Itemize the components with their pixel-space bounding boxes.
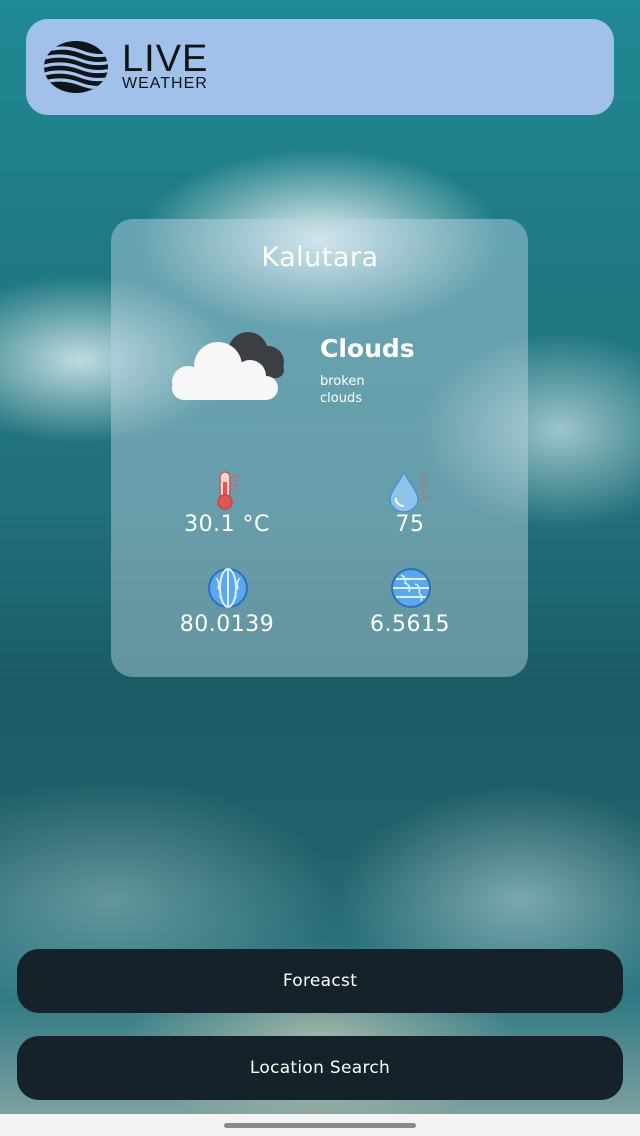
weather-card [111, 219, 528, 677]
live-weather-logo [44, 41, 108, 93]
logo-live-text: LIVE [122, 38, 209, 80]
condition-description: broken clouds [320, 374, 365, 406]
logo-text: LIVE WEATHER [122, 40, 208, 92]
thermometer-icon [217, 471, 240, 510]
location-search-button[interactable]: Location Search [17, 1036, 623, 1100]
home-gesture-handle[interactable] [224, 1123, 416, 1128]
logo-weather-text: WEATHER [122, 75, 208, 92]
humidity-drop-icon [389, 470, 428, 512]
forecast-button[interactable]: Foreacst [17, 949, 623, 1013]
longitude-globe-icon [208, 568, 248, 608]
city-name: Kalutara [261, 242, 379, 273]
humidity-value: 75 [395, 512, 425, 537]
latitude-globe-icon [391, 568, 431, 608]
latitude-value: 6.5615 [370, 612, 450, 637]
cloud-icon [172, 332, 284, 400]
condition-main: Clouds [320, 334, 415, 363]
temperature-value: 30.1 °C [184, 512, 270, 537]
app-header [26, 19, 614, 115]
longitude-value: 80.0139 [179, 612, 275, 637]
